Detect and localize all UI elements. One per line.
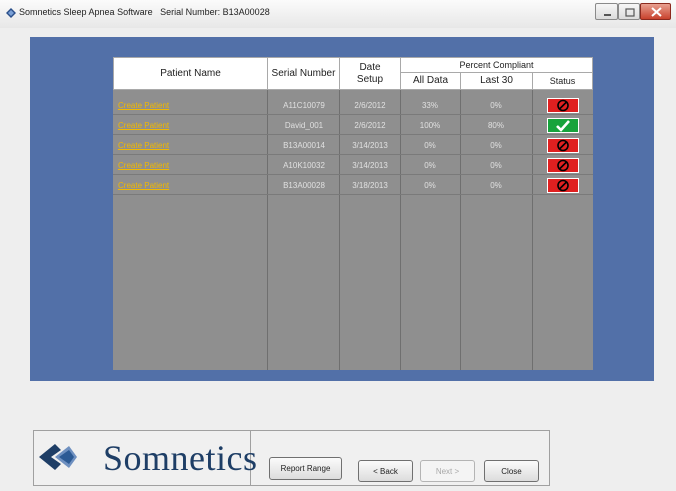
date-cell: 2/6/2012 — [354, 100, 386, 110]
serial-label: Serial Number: — [160, 7, 221, 17]
next-button[interactable]: Next > — [420, 460, 475, 482]
table-row[interactable]: Create Patient B13A00028 3/18/2013 0% 0% — [113, 176, 593, 195]
serial-cell: A11C10079 — [283, 100, 325, 110]
status-badge-noncompliant — [547, 158, 579, 173]
somnetics-logo-icon — [39, 444, 77, 470]
col-header-status[interactable]: Status — [532, 72, 593, 90]
prohibited-icon — [557, 159, 569, 172]
minimize-button[interactable] — [595, 3, 618, 20]
status-badge-noncompliant — [547, 98, 579, 113]
table-row[interactable]: Create Patient A11C10079 2/6/2012 33% 0% — [113, 96, 593, 115]
date-cell: 3/18/2013 — [352, 180, 388, 190]
window-controls — [595, 3, 671, 21]
status-badge-compliant — [547, 118, 579, 133]
date-cell: 3/14/2013 — [352, 160, 388, 170]
create-patient-link[interactable]: Create Patient — [113, 156, 268, 174]
create-patient-link[interactable]: Create Patient — [113, 116, 268, 134]
maximize-icon — [625, 8, 635, 17]
col-header-patient-name[interactable]: Patient Name — [113, 57, 268, 90]
close-icon — [651, 7, 662, 17]
serial-cell: A10K10032 — [283, 160, 325, 170]
app-logo-icon — [6, 8, 16, 18]
date-header-line1: Date — [359, 61, 381, 73]
all-data-cell: 33% — [421, 100, 438, 110]
group-header-percent-compliant: Percent Compliant — [400, 57, 593, 73]
serial-number: B13A00028 — [222, 7, 270, 17]
status-badge-noncompliant — [547, 138, 579, 153]
logo-text: Somnetics — [103, 438, 258, 478]
all-data-cell: 0% — [424, 180, 436, 190]
last-30-cell: 0% — [490, 160, 502, 170]
last-30-cell: 0% — [490, 100, 502, 110]
last-30-cell: 0% — [490, 140, 502, 150]
date-cell: 2/6/2012 — [354, 120, 386, 130]
col-header-serial-number[interactable]: Serial Number — [267, 57, 340, 90]
back-button[interactable]: < Back — [358, 460, 413, 482]
maximize-button[interactable] — [618, 3, 640, 20]
prohibited-icon — [557, 139, 569, 152]
serial-cell: David_001 — [284, 120, 324, 130]
app-window: Somnetics Sleep Apnea Software Serial Nu… — [0, 0, 676, 491]
serial-cell: B13A00014 — [283, 140, 325, 150]
create-patient-link[interactable]: Create Patient — [113, 136, 268, 154]
table-row[interactable]: Create Patient A10K10032 3/14/2013 0% 0% — [113, 156, 593, 175]
date-header-line2: Setup — [356, 73, 384, 85]
report-range-button[interactable]: Report Range — [269, 457, 342, 480]
close-button[interactable]: Close — [484, 460, 539, 482]
logo-area: Somnetics — [33, 430, 257, 486]
last-30-cell: 80% — [487, 120, 504, 130]
prohibited-icon — [557, 179, 569, 192]
prohibited-icon — [557, 99, 569, 112]
create-patient-link[interactable]: Create Patient — [113, 176, 268, 194]
close-window-button[interactable] — [640, 3, 671, 20]
checkmark-icon — [556, 120, 570, 132]
table-row[interactable]: Create Patient B13A00014 3/14/2013 0% 0% — [113, 136, 593, 155]
minimize-icon — [604, 14, 611, 16]
table-row[interactable]: Create Patient David_001 2/6/2012 100% 8… — [113, 116, 593, 135]
col-header-all-data[interactable]: All Data — [400, 72, 461, 90]
date-cell: 3/14/2013 — [352, 140, 388, 150]
status-badge-noncompliant — [547, 178, 579, 193]
app-name: Somnetics Sleep Apnea Software — [19, 7, 153, 17]
last-30-cell: 0% — [490, 180, 502, 190]
create-patient-link[interactable]: Create Patient — [113, 96, 268, 114]
title-bar: Somnetics Sleep Apnea Software Serial Nu… — [0, 0, 676, 28]
all-data-cell: 0% — [424, 160, 436, 170]
col-header-date-setup[interactable]: Date Setup — [339, 57, 401, 90]
all-data-cell: 0% — [424, 140, 436, 150]
col-header-last-30[interactable]: Last 30 — [460, 72, 533, 90]
window-title: Somnetics Sleep Apnea Software Serial Nu… — [19, 7, 270, 17]
all-data-cell: 100% — [419, 120, 441, 130]
serial-cell: B13A00028 — [283, 180, 325, 190]
